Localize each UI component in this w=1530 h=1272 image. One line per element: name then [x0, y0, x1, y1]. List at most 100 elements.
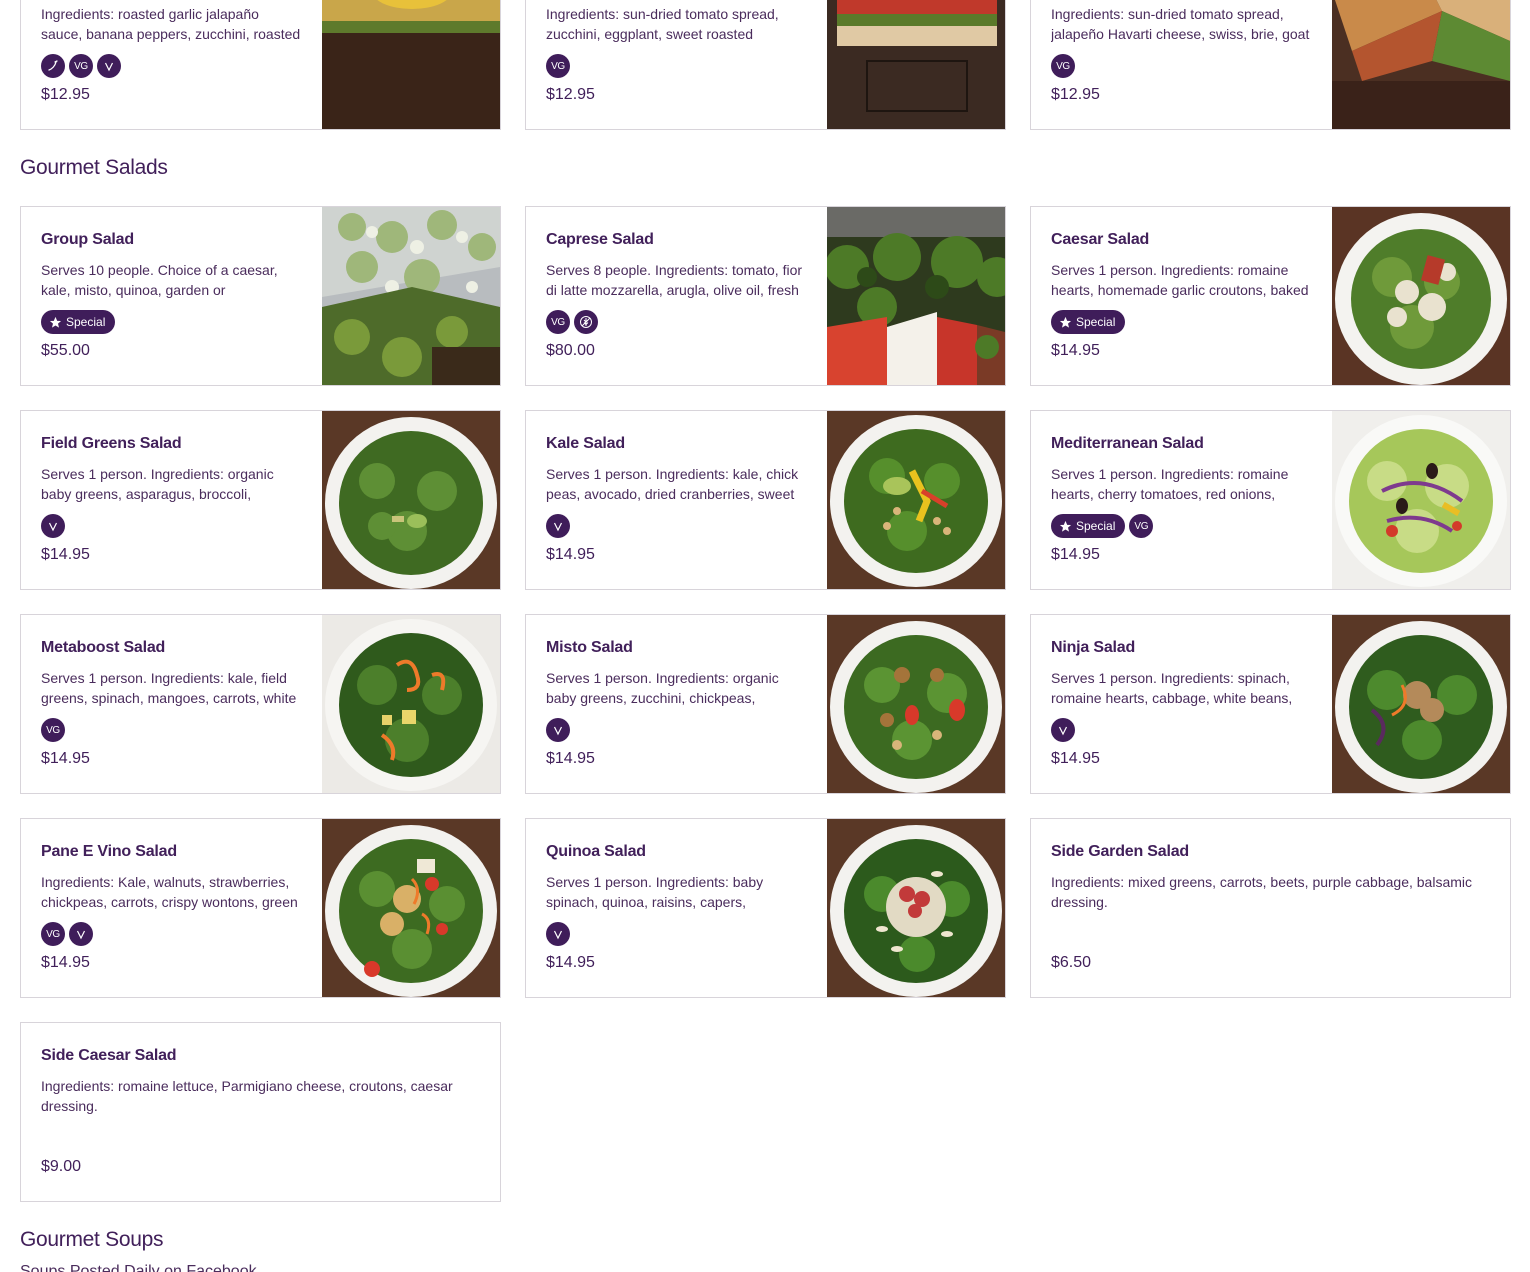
dietary-badges: Special VG	[1051, 514, 1154, 538]
item-price: $12.95	[41, 86, 90, 103]
panini-image	[827, 0, 1005, 129]
dietary-badges	[546, 514, 570, 538]
card-text: Mediterranean Salad Serves 1 person. Ing…	[1051, 434, 1314, 504]
metaboost-image	[322, 615, 500, 793]
dietary-badges: VG	[546, 54, 570, 78]
dietary-badges: Special	[1051, 310, 1126, 334]
card-text: Metaboost Salad Serves 1 person. Ingredi…	[41, 638, 304, 708]
dietary-badges	[1051, 718, 1075, 742]
card-text: Caesar Salad Serves 1 person. Ingredient…	[1051, 230, 1314, 300]
item-price: $14.95	[546, 750, 595, 767]
menu-item-card[interactable]: Ingredients: sun-dried tomato spread, ja…	[1030, 0, 1511, 130]
card-text: Caprese Salad Serves 8 people. Ingredien…	[546, 230, 809, 300]
menu-item-card[interactable]: Field Greens Salad Serves 1 person. Ingr…	[20, 410, 501, 590]
item-price: $12.95	[1051, 86, 1100, 103]
menu-item-card[interactable]: Side Garden Salad Ingredients: mixed gre…	[1030, 818, 1511, 998]
item-name: Group Salad	[41, 231, 134, 248]
item-description: Ingredients: sun-dried tomato spread, ja…	[1051, 6, 1310, 42]
dietary-badges: VG	[1051, 54, 1075, 78]
item-price: $14.95	[41, 546, 90, 563]
vegan-icon	[546, 718, 570, 742]
item-name: Side Garden Salad	[1051, 843, 1189, 860]
menu-item-card[interactable]: Caesar Salad Serves 1 person. Ingredient…	[1030, 206, 1511, 386]
section-title-soups: Gourmet Soups	[20, 1228, 164, 1251]
caprese-image	[827, 207, 1005, 385]
card-text: Quinoa Salad Serves 1 person. Ingredient…	[546, 842, 809, 912]
vegan-icon	[41, 514, 65, 538]
vegan-badge	[97, 54, 121, 78]
dietary-badges: Special	[41, 310, 116, 334]
sandwich-image	[1332, 0, 1510, 129]
star-icon	[1059, 520, 1072, 532]
item-description: Serves 1 person. Ingredients: spinach, r…	[1051, 670, 1293, 706]
sandwich-grid: Ingredients: roasted garlic jalapaño sau…	[20, 0, 1511, 130]
menu-item-card[interactable]: Ninja Salad Serves 1 person. Ingredients…	[1030, 614, 1511, 794]
item-name: Side Caesar Salad	[41, 1047, 177, 1064]
section-subtitle-soups: Soups Posted Daily on Facebook	[20, 1263, 257, 1272]
item-price: $14.95	[546, 954, 595, 971]
menu-item-card[interactable]: Pane E Vino Salad Ingredients: Kale, wal…	[20, 818, 501, 998]
card-text: Ninja Salad Serves 1 person. Ingredients…	[1051, 638, 1314, 708]
menu-item-card[interactable]: Quinoa Salad Serves 1 person. Ingredient…	[525, 818, 1006, 998]
mediterranean-image	[1332, 411, 1510, 589]
item-description: Ingredients: Kale, walnuts, strawberries…	[41, 874, 298, 910]
card-text: Side Caesar Salad Ingredients: romaine l…	[41, 1046, 480, 1116]
item-description: Serves 1 person. Ingredients: romaine he…	[1051, 262, 1309, 298]
item-name: Caesar Salad	[1051, 231, 1150, 248]
item-description: Serves 1 person. Ingredients: organic ba…	[546, 670, 779, 706]
card-text: Group Salad Serves 10 people. Choice of …	[41, 230, 304, 300]
caesar-image	[1332, 207, 1510, 385]
item-description: Serves 1 person. Ingredients: baby spina…	[546, 874, 764, 910]
item-description: Serves 1 person. Ingredients: organic ba…	[41, 466, 274, 502]
field-greens-image	[322, 411, 500, 589]
vegetarian-badge: VG	[1129, 514, 1154, 538]
dietary-badges	[546, 718, 570, 742]
menu-item-card[interactable]: Ingredients: roasted garlic jalapaño sau…	[20, 0, 501, 130]
special-label: Special	[66, 315, 106, 329]
item-description: Ingredients: roasted garlic jalapaño sau…	[41, 6, 301, 42]
item-name: Quinoa Salad	[546, 843, 646, 860]
special-badge: Special	[1051, 310, 1126, 334]
menu-item-card[interactable]: Caprese Salad Serves 8 people. Ingredien…	[525, 206, 1006, 386]
item-description: Serves 10 people. Choice of a caesar, ka…	[41, 262, 278, 298]
vegan-icon	[1051, 718, 1075, 742]
item-price: $6.50	[1051, 954, 1092, 971]
quinoa-image	[827, 819, 1005, 997]
vegetarian-badge: VG	[1051, 54, 1075, 78]
item-description: Serves 1 person. Ingredients: romaine he…	[1051, 466, 1289, 502]
menu-item-card[interactable]: Kale Salad Serves 1 person. Ingredients:…	[525, 410, 1006, 590]
vegetarian-badge: VG	[41, 922, 65, 946]
item-name: Mediterranean Salad	[1051, 435, 1204, 452]
menu-item-card[interactable]: Ingredients: sun-dried tomato spread, zu…	[525, 0, 1006, 130]
ninja-image	[1332, 615, 1510, 793]
item-name: Caprese Salad	[546, 231, 654, 248]
card-text: Misto Salad Serves 1 person. Ingredients…	[546, 638, 809, 708]
vegetarian-badge: VG	[69, 54, 93, 78]
item-price: $14.95	[1051, 750, 1100, 767]
misto-image	[827, 615, 1005, 793]
star-icon	[1059, 316, 1072, 328]
card-text: Kale Salad Serves 1 person. Ingredients:…	[546, 434, 809, 504]
item-description: Serves 1 person. Ingredients: kale, fiel…	[41, 670, 297, 706]
menu-item-card[interactable]: Mediterranean Salad Serves 1 person. Ing…	[1030, 410, 1511, 590]
card-text: Ingredients: sun-dried tomato spread, zu…	[546, 0, 809, 44]
item-price: $9.00	[41, 1158, 82, 1175]
menu-item-card[interactable]: Group Salad Serves 10 people. Choice of …	[20, 206, 501, 386]
item-price: $55.00	[41, 342, 90, 359]
item-price: $12.95	[546, 86, 595, 103]
item-name: Ninja Salad	[1051, 639, 1136, 656]
special-label: Special	[1076, 519, 1116, 533]
dietary-badges	[546, 922, 570, 946]
item-price: $14.95	[41, 954, 90, 971]
dietary-badges	[41, 514, 65, 538]
menu-item-card[interactable]: Misto Salad Serves 1 person. Ingredients…	[525, 614, 1006, 794]
menu-item-card[interactable]: Side Caesar Salad Ingredients: romaine l…	[20, 1022, 501, 1202]
special-badge: Special	[1051, 514, 1126, 538]
card-text: Pane E Vino Salad Ingredients: Kale, wal…	[41, 842, 304, 912]
item-description: Ingredients: mixed greens, carrots, beet…	[1051, 874, 1473, 910]
group-salad-image	[322, 207, 500, 385]
item-description: Ingredients: romaine lettuce, Parmigiano…	[41, 1078, 453, 1114]
vegan-icon	[546, 922, 570, 946]
menu-item-card[interactable]: Metaboost Salad Serves 1 person. Ingredi…	[20, 614, 501, 794]
vegan-icon	[546, 514, 570, 538]
